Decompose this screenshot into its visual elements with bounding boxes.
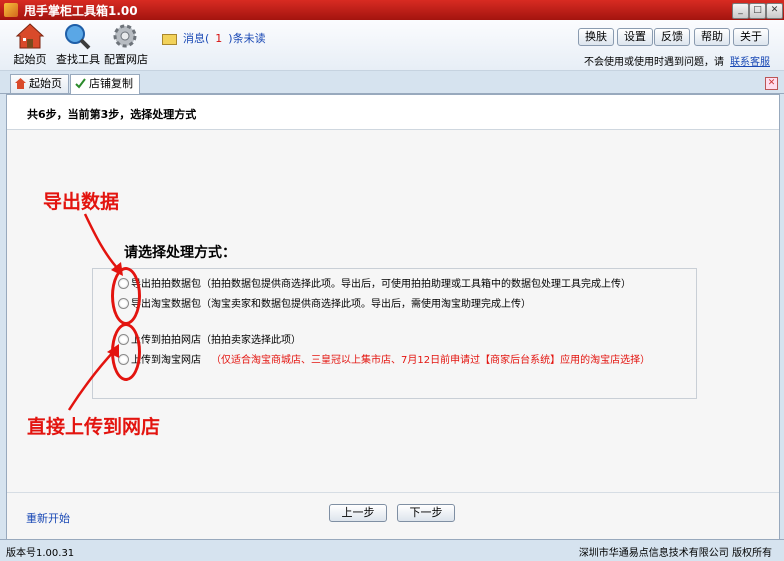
- wizard-content: 共6步，当前第3步，选择处理方式 请选择处理方式： 导出拍拍数据包（拍拍数据包提…: [6, 94, 780, 540]
- toolbar: 起始页 查找工具 配置网店 消息( 1 )条未读 换肤 设置 反馈 帮助 关于 不会…: [0, 20, 784, 71]
- gear-icon: [113, 24, 137, 48]
- skin-button[interactable]: 换肤: [578, 28, 614, 46]
- message-suffix: )条未读: [228, 32, 266, 45]
- copyright-label: 深圳市华通易点信息技术有限公司 版权所有: [578, 548, 772, 559]
- next-step-button[interactable]: 下一步: [397, 504, 455, 522]
- help-hint-text: 不会使用或使用时遇到问题，请: [584, 57, 724, 68]
- home-tool-label: 起始页: [13, 53, 47, 66]
- tab-start-page[interactable]: 起始页: [10, 74, 69, 93]
- help-hint: 不会使用或使用时遇到问题，请 联系客服: [584, 53, 770, 68]
- tab-store-copy-label: 店铺复制: [89, 77, 133, 90]
- version-label: 版本号1.00.31: [6, 548, 75, 559]
- maximize-button[interactable]: □: [749, 3, 766, 19]
- help-button[interactable]: 帮助: [694, 28, 730, 46]
- settings-button[interactable]: 设置: [617, 28, 653, 46]
- arrow-to-upload: [67, 349, 116, 411]
- find-tool[interactable]: 查找工具: [56, 22, 100, 67]
- message-prefix: 消息(: [183, 32, 210, 45]
- wizard-footer: 重新开始 上一步 下一步: [7, 492, 779, 540]
- find-tool-label: 查找工具: [56, 53, 100, 66]
- option-panel: 请选择处理方式： 导出拍拍数据包（拍拍数据包提供商选择此项。导出后，可使用拍拍助…: [7, 130, 779, 492]
- home-icon: [15, 23, 45, 49]
- configure-store-label: 配置网店: [104, 53, 148, 66]
- envelope-icon: [162, 33, 177, 45]
- status-bar: 版本号1.00.31 深圳市华通易点信息技术有限公司 版权所有: [0, 539, 784, 561]
- title-bar: 甩手掌柜工具箱1.00 _ □ ✕: [0, 0, 784, 20]
- step-header: 共6步，当前第3步，选择处理方式: [7, 95, 779, 130]
- arrow-to-export: [83, 213, 120, 271]
- app-icon: [4, 3, 18, 17]
- unread-messages[interactable]: 消息( 1 )条未读: [162, 30, 266, 46]
- tab-start-page-label: 起始页: [29, 77, 62, 90]
- restart-link[interactable]: 重新开始: [26, 510, 70, 526]
- tab-bar: 起始页 店铺复制 ✕: [0, 71, 784, 94]
- home-icon: [15, 78, 26, 89]
- window-title: 甩手掌柜工具箱1.00: [24, 4, 138, 18]
- annotation-arrows: [67, 213, 123, 411]
- close-window-button[interactable]: ✕: [766, 3, 783, 19]
- home-tool[interactable]: 起始页: [10, 22, 50, 67]
- about-button[interactable]: 关于: [733, 28, 769, 46]
- configure-store-tool[interactable]: 配置网店: [104, 22, 148, 67]
- previous-step-button[interactable]: 上一步: [329, 504, 387, 522]
- close-tab-icon[interactable]: ✕: [765, 77, 778, 90]
- step-indicator: 共6步，当前第3步，选择处理方式: [27, 108, 197, 121]
- contact-support-link[interactable]: 联系客服: [730, 57, 770, 68]
- magnifier-icon: [65, 24, 91, 50]
- tab-store-copy[interactable]: 店铺复制: [70, 74, 140, 94]
- minimize-button[interactable]: _: [732, 3, 749, 19]
- check-icon: [75, 78, 86, 89]
- message-count: 1: [215, 32, 223, 45]
- feedback-button[interactable]: 反馈: [654, 28, 690, 46]
